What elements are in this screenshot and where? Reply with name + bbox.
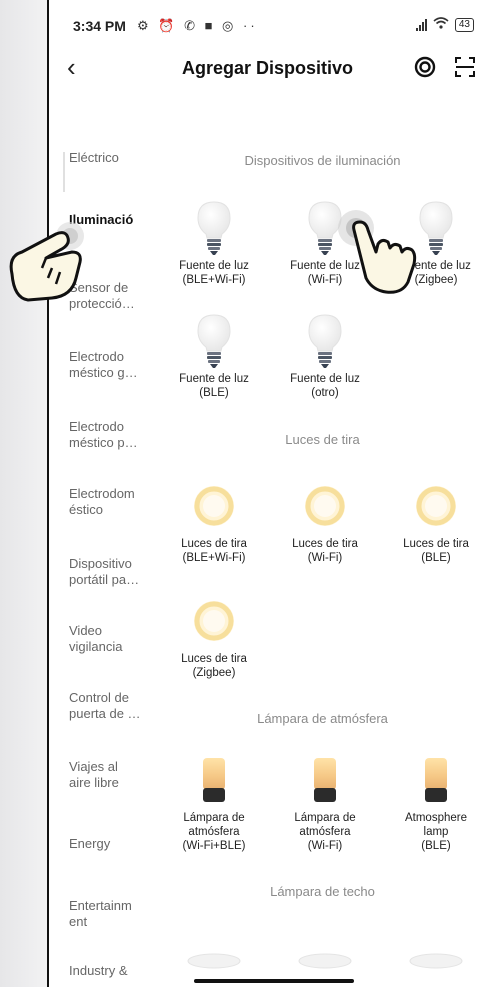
sidebar-category-item[interactable]: Viajes al aire libre	[69, 759, 155, 791]
signal-icon	[415, 18, 427, 31]
section-title: Lámpara de atmósfera	[257, 711, 388, 726]
section-title: Lámpara de techo	[270, 884, 375, 899]
strip-light-icon	[277, 475, 373, 537]
section-title: Luces de tira	[285, 432, 360, 447]
atmosphere-lamp-icon	[277, 749, 373, 811]
pointing-hand-icon	[2, 212, 94, 317]
status-right: 43	[415, 17, 474, 32]
device-tile[interactable]	[388, 930, 484, 987]
section-title: Dispositivos de iluminación	[244, 153, 401, 168]
sidebar-category-item[interactable]: Entertainm ent	[69, 898, 155, 930]
device-label: Lámpara de atmósfera (Wi-Fi)	[294, 812, 356, 852]
atmosphere-lamp-icon	[388, 749, 484, 811]
phone-screen: 3:34 PM ⚙ ⏰ ✆ ■ ◎ ·· 43 ‹ Agregar Dispos…	[47, 0, 484, 987]
device-label: Atmosphere lamp (BLE)	[404, 812, 467, 852]
device-label: Fuente de luz (otro)	[290, 373, 360, 399]
strip-light-icon	[166, 590, 262, 652]
device-tile[interactable]: Luces de tira (Wi-Fi)	[277, 475, 373, 565]
device-tile[interactable]: Fuente de luz (otro)	[277, 310, 373, 400]
ceiling-lamp-icon	[388, 930, 484, 987]
strip-light-icon	[166, 475, 262, 537]
device-tile[interactable]: Luces de tira (Zigbee)	[166, 590, 262, 680]
device-label: Luces de tira (Wi-Fi)	[292, 538, 358, 564]
home-indicator[interactable]	[194, 979, 354, 983]
device-tile[interactable]: Lámpara de atmósfera (Wi-Fi+BLE)	[166, 749, 262, 853]
device-label: Fuente de luz (BLE)	[179, 373, 249, 399]
sidebar-category-item[interactable]: Electrodo méstico p…	[69, 419, 155, 451]
atmosphere-lamp-icon	[166, 749, 262, 811]
bulb-icon	[277, 310, 373, 372]
sidebar-category-item[interactable]: Electrodom éstico	[69, 486, 155, 518]
device-tile[interactable]: Luces de tira (BLE)	[388, 475, 484, 565]
scan-qr-icon[interactable]	[454, 56, 476, 78]
device-tile[interactable]: Luces de tira (BLE+Wi-Fi)	[166, 475, 262, 565]
bulb-icon	[166, 310, 262, 372]
device-label: Luces de tira (BLE+Wi-Fi)	[181, 538, 247, 564]
status-bar: 3:34 PM ⚙ ⏰ ✆ ■ ◎ ·· 43	[49, 0, 484, 40]
device-tile[interactable]: Fuente de luz (BLE+Wi-Fi)	[166, 197, 262, 287]
battery-indicator: 43	[454, 17, 474, 32]
device-label: Lámpara de atmósfera (Wi-Fi+BLE)	[182, 812, 246, 852]
device-tile[interactable]: Atmosphere lamp (BLE)	[388, 749, 484, 853]
pointing-hand-icon	[332, 200, 432, 305]
header: ‹ Agregar Dispositivo	[49, 48, 484, 88]
status-time: 3:34 PM	[73, 18, 126, 34]
device-label: Fuente de luz (BLE+Wi-Fi)	[179, 260, 249, 286]
status-icons: ⚙ ⏰ ✆ ■ ◎ ··	[137, 18, 258, 33]
device-label: Luces de tira (Zigbee)	[181, 653, 247, 679]
sidebar-category-item[interactable]: Electrodo méstico g…	[69, 349, 155, 381]
sidebar-scroll-indicator	[63, 152, 65, 192]
scan-target-icon[interactable]	[414, 56, 436, 78]
sidebar-category-item[interactable]: Industry &	[69, 963, 155, 979]
background-margin	[0, 0, 47, 987]
sidebar-category-item[interactable]: Video vigilancia	[69, 623, 155, 655]
device-label: Luces de tira (BLE)	[403, 538, 469, 564]
sidebar-category-item[interactable]: Dispositivo portátil pa…	[69, 556, 155, 588]
bulb-icon	[166, 197, 262, 259]
wifi-icon	[433, 17, 449, 32]
sidebar-category-item[interactable]: Control de puerta de …	[69, 690, 155, 722]
sidebar-category-item[interactable]: Eléctrico	[69, 150, 155, 166]
device-tile[interactable]: Lámpara de atmósfera (Wi-Fi)	[277, 749, 373, 853]
sidebar-category-item[interactable]: Energy	[69, 836, 155, 852]
strip-light-icon	[388, 475, 484, 537]
device-tile[interactable]: Fuente de luz (BLE)	[166, 310, 262, 400]
